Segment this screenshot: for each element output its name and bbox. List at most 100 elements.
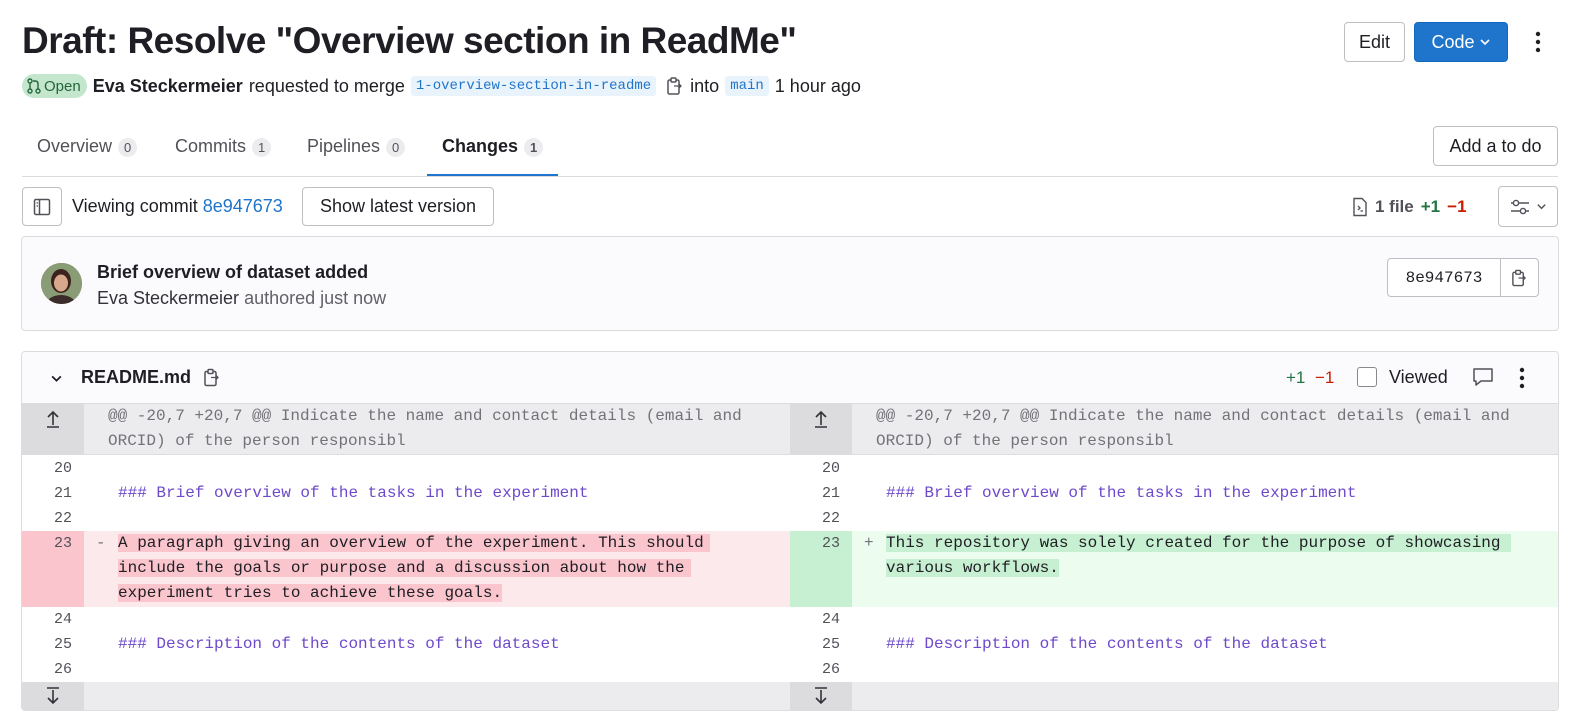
viewing-commit-sha-link[interactable]: 8e947673 [203, 196, 283, 216]
diff-row-26: 26 26 [22, 657, 1558, 682]
added-code-line: This repository was solely created for t… [886, 534, 1511, 552]
toggle-file-tree-button[interactable] [22, 187, 62, 226]
tab-changes-label: Changes [442, 136, 519, 156]
diff-settings-button[interactable] [1498, 186, 1558, 227]
avatar[interactable] [41, 263, 82, 304]
viewed-label[interactable]: Viewed [1389, 367, 1448, 388]
comment-icon[interactable] [1472, 367, 1494, 387]
removed-code-line: A paragraph giving an overview of the ex… [118, 534, 710, 552]
commit-author-link[interactable]: Eva Steckermeier [97, 288, 239, 308]
line-number-new[interactable]: 20 [790, 456, 852, 481]
code-line-new: ### Brief overview of the tasks in the e… [886, 484, 1357, 502]
removed-code-line: experiment tries to achieve these goals. [118, 584, 503, 602]
into-text: into [690, 75, 720, 96]
expand-down-left[interactable] [22, 682, 84, 710]
removed-marker: - [96, 534, 106, 552]
tab-overview[interactable]: Overview 0 [37, 134, 138, 176]
chevron-down-icon [1479, 39, 1490, 46]
file-lines-added: +1 [1286, 368, 1306, 387]
tab-commits-count: 1 [252, 138, 272, 157]
expand-down-row [22, 682, 1558, 710]
line-number-new[interactable]: 25 [790, 632, 852, 657]
line-number-old[interactable]: 24 [22, 607, 84, 632]
add-todo-button[interactable]: Add a to do [1433, 126, 1558, 166]
status-badge-label: Open [44, 77, 81, 95]
diff-row-25: 25 ### Description of the contents of th… [22, 632, 1558, 657]
chevron-down-icon[interactable] [50, 372, 63, 385]
merge-request-meta: Open Eva Steckermeier requested to merge… [22, 72, 861, 100]
edit-button[interactable]: Edit [1344, 22, 1405, 62]
expand-up-left[interactable] [22, 404, 84, 454]
diff-row-24: 24 24 [22, 607, 1558, 632]
show-latest-version-button[interactable]: Show latest version [302, 187, 494, 226]
tab-commits[interactable]: Commits 1 [175, 134, 272, 176]
line-number-old[interactable]: 20 [22, 456, 84, 481]
page-title: Draft: Resolve "Overview section in Read… [22, 20, 797, 61]
line-number-removed[interactable]: 23 [22, 531, 84, 607]
removed-code-block: A paragraph giving an overview of the ex… [118, 531, 710, 606]
add-todo-label: Add a to do [1449, 135, 1542, 156]
commit-sha-label[interactable]: 8e947673 [1388, 259, 1500, 296]
added-code-block: This repository was solely created for t… [886, 531, 1511, 581]
source-branch-link[interactable]: 1-overview-section-in-readme [410, 76, 657, 96]
commit-authored-time: authored just now [244, 288, 387, 308]
line-number-added[interactable]: 23 [790, 531, 852, 607]
added-code-line: various workflows. [886, 559, 1059, 577]
copy-file-path-icon[interactable] [203, 367, 221, 388]
mr-author-link[interactable]: Eva Steckermeier [93, 76, 243, 97]
line-number-old[interactable]: 22 [22, 506, 84, 531]
hunk-header-left: @@ -20,7 +20,7 @@ Indicate the name and … [108, 407, 742, 450]
copy-branch-icon[interactable] [666, 76, 684, 96]
hunk-header-right: @@ -20,7 +20,7 @@ Indicate the name and … [876, 407, 1510, 450]
file-count: 1 file [1375, 197, 1414, 216]
show-latest-version-label: Show latest version [319, 196, 477, 216]
line-number-new[interactable]: 21 [790, 481, 852, 506]
line-number-new[interactable]: 26 [790, 657, 852, 682]
code-line-old: ### Brief overview of the tasks in the e… [118, 484, 589, 502]
commit-title[interactable]: Brief overview of dataset added [97, 262, 368, 283]
more-actions-kebab-icon[interactable] [1528, 28, 1548, 56]
tab-pipelines-label: Pipelines [307, 136, 381, 156]
expand-up-right[interactable] [790, 404, 852, 454]
line-number-old[interactable]: 26 [22, 657, 84, 682]
preferences-icon [1510, 199, 1529, 214]
commit-sha-group: 8e947673 [1387, 258, 1539, 297]
tab-pipelines-count: 0 [386, 138, 406, 157]
line-number-old[interactable]: 21 [22, 481, 84, 506]
file-diff-icon [1353, 197, 1367, 217]
tab-pipelines[interactable]: Pipelines 0 [307, 134, 406, 176]
code-dropdown-button[interactable]: Code [1414, 22, 1508, 62]
code-line-new: ### Description of the contents of the d… [886, 635, 1328, 653]
line-number-new[interactable]: 22 [790, 506, 852, 531]
mr-time: 1 hour ago [774, 75, 861, 96]
file-lines-removed: −1 [1315, 368, 1335, 387]
file-name[interactable]: README.md [81, 367, 191, 388]
expand-down-right[interactable] [790, 682, 852, 710]
added-line-cell: + This repository was solely created for… [852, 531, 1558, 607]
commit-author-line: Eva Steckermeier authored just now [97, 288, 386, 309]
removed-code-line: include the goals or purpose and a discu… [118, 559, 691, 577]
diff-row-22: 22 22 [22, 506, 1558, 531]
line-number-new[interactable]: 24 [790, 607, 852, 632]
expand-down-icon [47, 687, 59, 705]
viewing-commit-info: Viewing commit 8e947673 [72, 196, 283, 217]
status-badge: Open [22, 74, 87, 98]
hunk-header-row: @@ -20,7 +20,7 @@ Indicate the name and … [22, 404, 1558, 455]
file-diff-header: README.md +1 −1 Viewed [22, 352, 1558, 404]
target-branch-link[interactable]: main [725, 76, 769, 96]
merge-request-icon [27, 78, 41, 94]
line-number-old[interactable]: 25 [22, 632, 84, 657]
file-options-kebab-icon[interactable] [1512, 365, 1532, 391]
viewed-checkbox[interactable] [1357, 367, 1377, 387]
tab-changes[interactable]: Changes 1 [427, 134, 559, 176]
commit-info-card: Brief overview of dataset added Eva Stec… [21, 236, 1559, 331]
copy-sha-icon[interactable] [1500, 259, 1538, 296]
lines-added-count: +1 [1420, 197, 1441, 216]
expand-down-icon [815, 687, 827, 705]
code-button-label: Code [1431, 31, 1475, 52]
expand-up-icon [815, 410, 827, 428]
mr-action-text: requested to merge [248, 75, 405, 96]
viewing-commit-text: Viewing commit [72, 196, 198, 216]
chevron-down-icon [1536, 204, 1546, 210]
added-marker: + [864, 534, 874, 552]
